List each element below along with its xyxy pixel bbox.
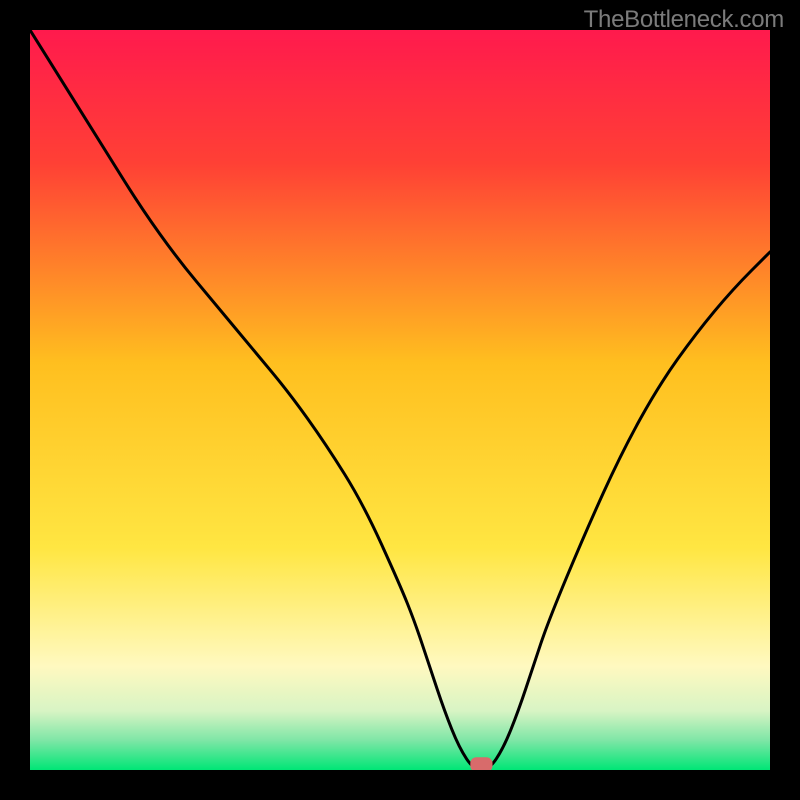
plot-area bbox=[30, 30, 770, 770]
watermark-text: TheBottleneck.com bbox=[584, 6, 784, 34]
gradient-rect bbox=[30, 30, 770, 770]
optimal-marker bbox=[470, 757, 492, 770]
plot-svg bbox=[30, 30, 770, 770]
chart-frame: TheBottleneck.com bbox=[0, 0, 800, 800]
